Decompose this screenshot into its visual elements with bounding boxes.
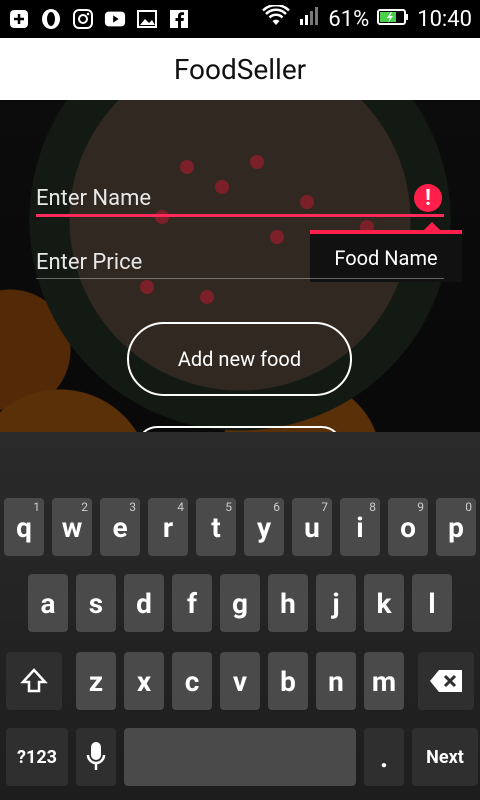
key-z[interactable]: z bbox=[76, 652, 116, 710]
backspace-key[interactable] bbox=[418, 652, 474, 710]
key-label: f bbox=[186, 586, 198, 620]
key-label: q bbox=[16, 510, 32, 544]
key-label: d bbox=[136, 586, 152, 620]
space-key[interactable] bbox=[124, 728, 356, 786]
key-label: s bbox=[88, 586, 104, 620]
system-status: 61% 10:40 bbox=[262, 3, 472, 33]
key-r[interactable]: r4 bbox=[148, 498, 188, 556]
notification-icons bbox=[8, 8, 190, 30]
signal-icon bbox=[298, 5, 320, 33]
key-t[interactable]: t5 bbox=[196, 498, 236, 556]
key-label: r bbox=[162, 510, 174, 544]
key-h[interactable]: h bbox=[268, 574, 308, 632]
app-bar: FoodSeller bbox=[0, 38, 480, 100]
key-label: m bbox=[371, 664, 397, 698]
key-s[interactable]: s bbox=[76, 574, 116, 632]
error-icon: ! bbox=[414, 184, 442, 212]
price-field[interactable] bbox=[36, 236, 444, 284]
battery-percent: 61% bbox=[328, 6, 370, 32]
key-p[interactable]: p0 bbox=[436, 498, 476, 556]
price-field-underline bbox=[36, 278, 444, 279]
error-tooltip-arrow bbox=[424, 222, 440, 230]
key-label: a bbox=[40, 586, 56, 620]
period-key[interactable]: . bbox=[364, 728, 404, 786]
key-label: w bbox=[61, 510, 83, 544]
key-hint: 4 bbox=[177, 500, 184, 514]
key-hint: 8 bbox=[369, 500, 376, 514]
key-hint: 0 bbox=[465, 500, 472, 514]
key-label: p bbox=[448, 510, 464, 544]
key-hint: 9 bbox=[417, 500, 424, 514]
key-label: g bbox=[232, 586, 248, 620]
add-icon bbox=[8, 8, 30, 30]
key-v[interactable]: v bbox=[220, 652, 260, 710]
key-i[interactable]: i8 bbox=[340, 498, 380, 556]
soft-keyboard: q1w2e3r4t5y6u7i8o9p0 asdfghjkl zxcvbnm ?… bbox=[0, 432, 480, 800]
key-label: t bbox=[211, 510, 221, 544]
wifi-icon bbox=[262, 3, 291, 33]
key-m[interactable]: m bbox=[364, 652, 404, 710]
key-label: x bbox=[136, 664, 152, 698]
key-label: h bbox=[280, 586, 296, 620]
key-label: u bbox=[304, 510, 320, 544]
key-label: c bbox=[184, 664, 200, 698]
key-label: o bbox=[400, 510, 416, 544]
key-u[interactable]: u7 bbox=[292, 498, 332, 556]
key-y[interactable]: y6 bbox=[244, 498, 284, 556]
key-label: e bbox=[112, 510, 128, 544]
key-hint: 1 bbox=[33, 500, 40, 514]
key-label: j bbox=[332, 586, 340, 620]
symbols-key[interactable]: ?123 bbox=[6, 728, 68, 786]
key-a[interactable]: a bbox=[28, 574, 68, 632]
key-hint: 3 bbox=[129, 500, 136, 514]
instagram-icon bbox=[72, 8, 94, 30]
key-hint: 2 bbox=[81, 500, 88, 514]
key-c[interactable]: c bbox=[172, 652, 212, 710]
name-field[interactable]: ! bbox=[36, 172, 444, 220]
key-label: z bbox=[88, 664, 104, 698]
shift-key[interactable] bbox=[6, 652, 62, 710]
youtube-icon bbox=[104, 8, 126, 30]
key-label: i bbox=[356, 510, 364, 544]
key-x[interactable]: x bbox=[124, 652, 164, 710]
opera-icon bbox=[40, 8, 62, 30]
key-b[interactable]: b bbox=[268, 652, 308, 710]
key-o[interactable]: o9 bbox=[388, 498, 428, 556]
gallery-icon bbox=[136, 8, 158, 30]
app-title: FoodSeller bbox=[173, 52, 307, 86]
key-hint: 6 bbox=[273, 500, 280, 514]
key-label: y bbox=[256, 510, 272, 544]
key-label: k bbox=[376, 586, 392, 620]
key-d[interactable]: d bbox=[124, 574, 164, 632]
price-input[interactable] bbox=[36, 244, 444, 280]
key-hint: 7 bbox=[321, 500, 328, 514]
key-label: l bbox=[428, 586, 436, 620]
facebook-icon bbox=[168, 8, 190, 30]
add-new-food-button[interactable]: Add new food bbox=[127, 322, 352, 396]
status-bar: 61% 10:40 bbox=[0, 0, 480, 38]
key-q[interactable]: q1 bbox=[4, 498, 44, 556]
key-j[interactable]: j bbox=[316, 574, 356, 632]
next-key[interactable]: Next bbox=[412, 728, 478, 786]
clock: 10:40 bbox=[417, 6, 472, 32]
name-field-underline bbox=[36, 214, 444, 217]
key-n[interactable]: n bbox=[316, 652, 356, 710]
key-hint: 5 bbox=[225, 500, 232, 514]
battery-icon bbox=[377, 7, 409, 32]
key-e[interactable]: e3 bbox=[100, 498, 140, 556]
microphone-key[interactable] bbox=[76, 728, 116, 786]
name-input[interactable] bbox=[36, 180, 444, 216]
key-label: n bbox=[328, 664, 344, 698]
key-k[interactable]: k bbox=[364, 574, 404, 632]
key-label: b bbox=[280, 664, 296, 698]
key-l[interactable]: l bbox=[412, 574, 452, 632]
key-f[interactable]: f bbox=[172, 574, 212, 632]
key-label: v bbox=[232, 664, 248, 698]
key-w[interactable]: w2 bbox=[52, 498, 92, 556]
form-area: ! Food Name Add new food bbox=[0, 100, 480, 432]
key-g[interactable]: g bbox=[220, 574, 260, 632]
